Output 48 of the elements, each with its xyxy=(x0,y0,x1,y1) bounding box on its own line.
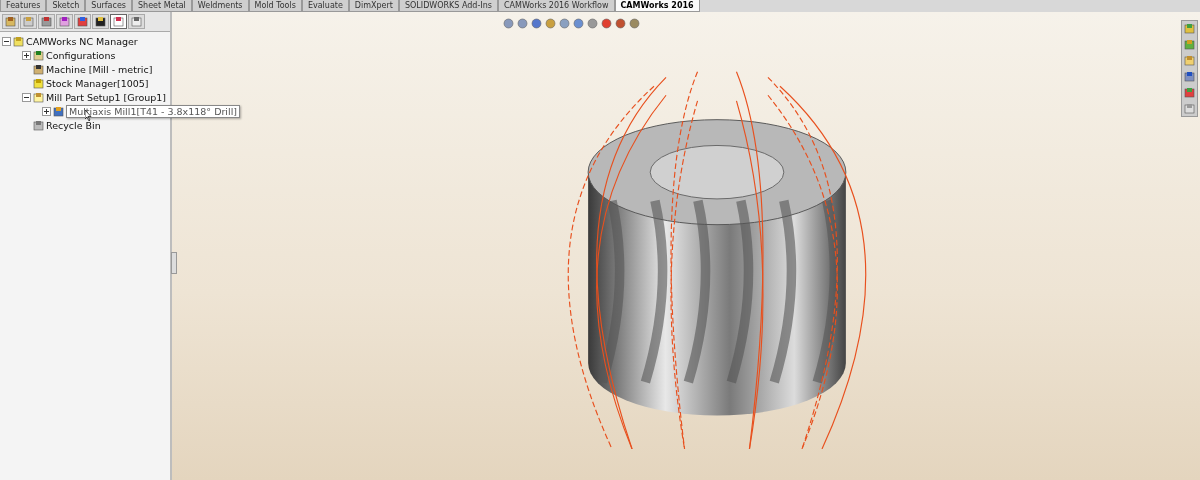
manager-tab[interactable] xyxy=(92,14,109,29)
command-tab[interactable]: CAMWorks 2016 Workflow xyxy=(497,0,615,12)
tree-node-icon xyxy=(33,91,44,103)
tree-item[interactable]: Mill Part Setup1 [Group1] xyxy=(46,91,166,103)
tree-node-icon xyxy=(53,105,64,117)
task-pane-icon[interactable] xyxy=(1182,69,1197,84)
tree-node-icon xyxy=(33,77,44,89)
command-tab[interactable]: Mold Tools xyxy=(248,0,302,12)
collapse-toggle[interactable] xyxy=(2,36,11,46)
tree-item[interactable]: CAMWorks NC Manager xyxy=(26,35,138,47)
tree-node-icon xyxy=(33,63,44,75)
view-toolbar-icon[interactable] xyxy=(530,18,542,29)
command-tab[interactable]: Weldments xyxy=(191,0,249,12)
command-tab[interactable]: Sheet Metal xyxy=(132,0,192,12)
panel-splitter-handle[interactable] xyxy=(171,252,177,274)
manager-tab[interactable] xyxy=(110,14,127,29)
task-pane-icon[interactable] xyxy=(1182,21,1197,36)
tree-node-icon xyxy=(13,35,24,47)
view-toolbar-icon[interactable] xyxy=(586,18,598,29)
task-pane-icon[interactable] xyxy=(1182,101,1197,116)
expand-toggle[interactable] xyxy=(22,50,31,60)
command-tab[interactable]: Sketch xyxy=(46,0,86,12)
command-tab[interactable]: Evaluate xyxy=(301,0,349,12)
task-pane-icon[interactable] xyxy=(1182,37,1197,52)
view-toolbar-icon[interactable] xyxy=(516,18,528,29)
tooltip: Multiaxis Mill1[T41 - 3.8x118° Drill] xyxy=(66,104,240,118)
tree-item[interactable]: Stock Manager[1005] xyxy=(46,77,149,89)
task-pane-icon[interactable] xyxy=(1182,53,1197,68)
tree-item[interactable]: Recycle Bin xyxy=(46,119,101,131)
view-toolbar-icon[interactable] xyxy=(628,18,640,29)
tree-item[interactable]: Configurations xyxy=(46,49,116,61)
task-pane-icon[interactable] xyxy=(1182,85,1197,100)
view-toolbar-icon[interactable] xyxy=(558,18,570,29)
view-toolbar-icon[interactable] xyxy=(614,18,626,29)
tree-node-icon xyxy=(33,49,44,61)
command-tab[interactable]: Features xyxy=(0,0,47,12)
view-toolbar-icon[interactable] xyxy=(600,18,612,29)
view-toolbar-icon[interactable] xyxy=(572,18,584,29)
command-tab[interactable]: CAMWorks 2016 xyxy=(614,0,700,12)
tree-item[interactable]: Machine [Mill - metric] xyxy=(46,63,153,75)
command-tab[interactable]: DimXpert xyxy=(348,0,399,12)
view-toolbar-icon[interactable] xyxy=(502,18,514,29)
expand-toggle[interactable] xyxy=(42,106,51,116)
command-tab[interactable]: SOLIDWORKS Add-Ins xyxy=(398,0,498,12)
view-toolbar-icon[interactable] xyxy=(544,18,556,29)
command-tab[interactable]: Surfaces xyxy=(85,0,132,12)
tree-node-icon xyxy=(33,119,44,131)
collapse-toggle[interactable] xyxy=(22,92,31,102)
